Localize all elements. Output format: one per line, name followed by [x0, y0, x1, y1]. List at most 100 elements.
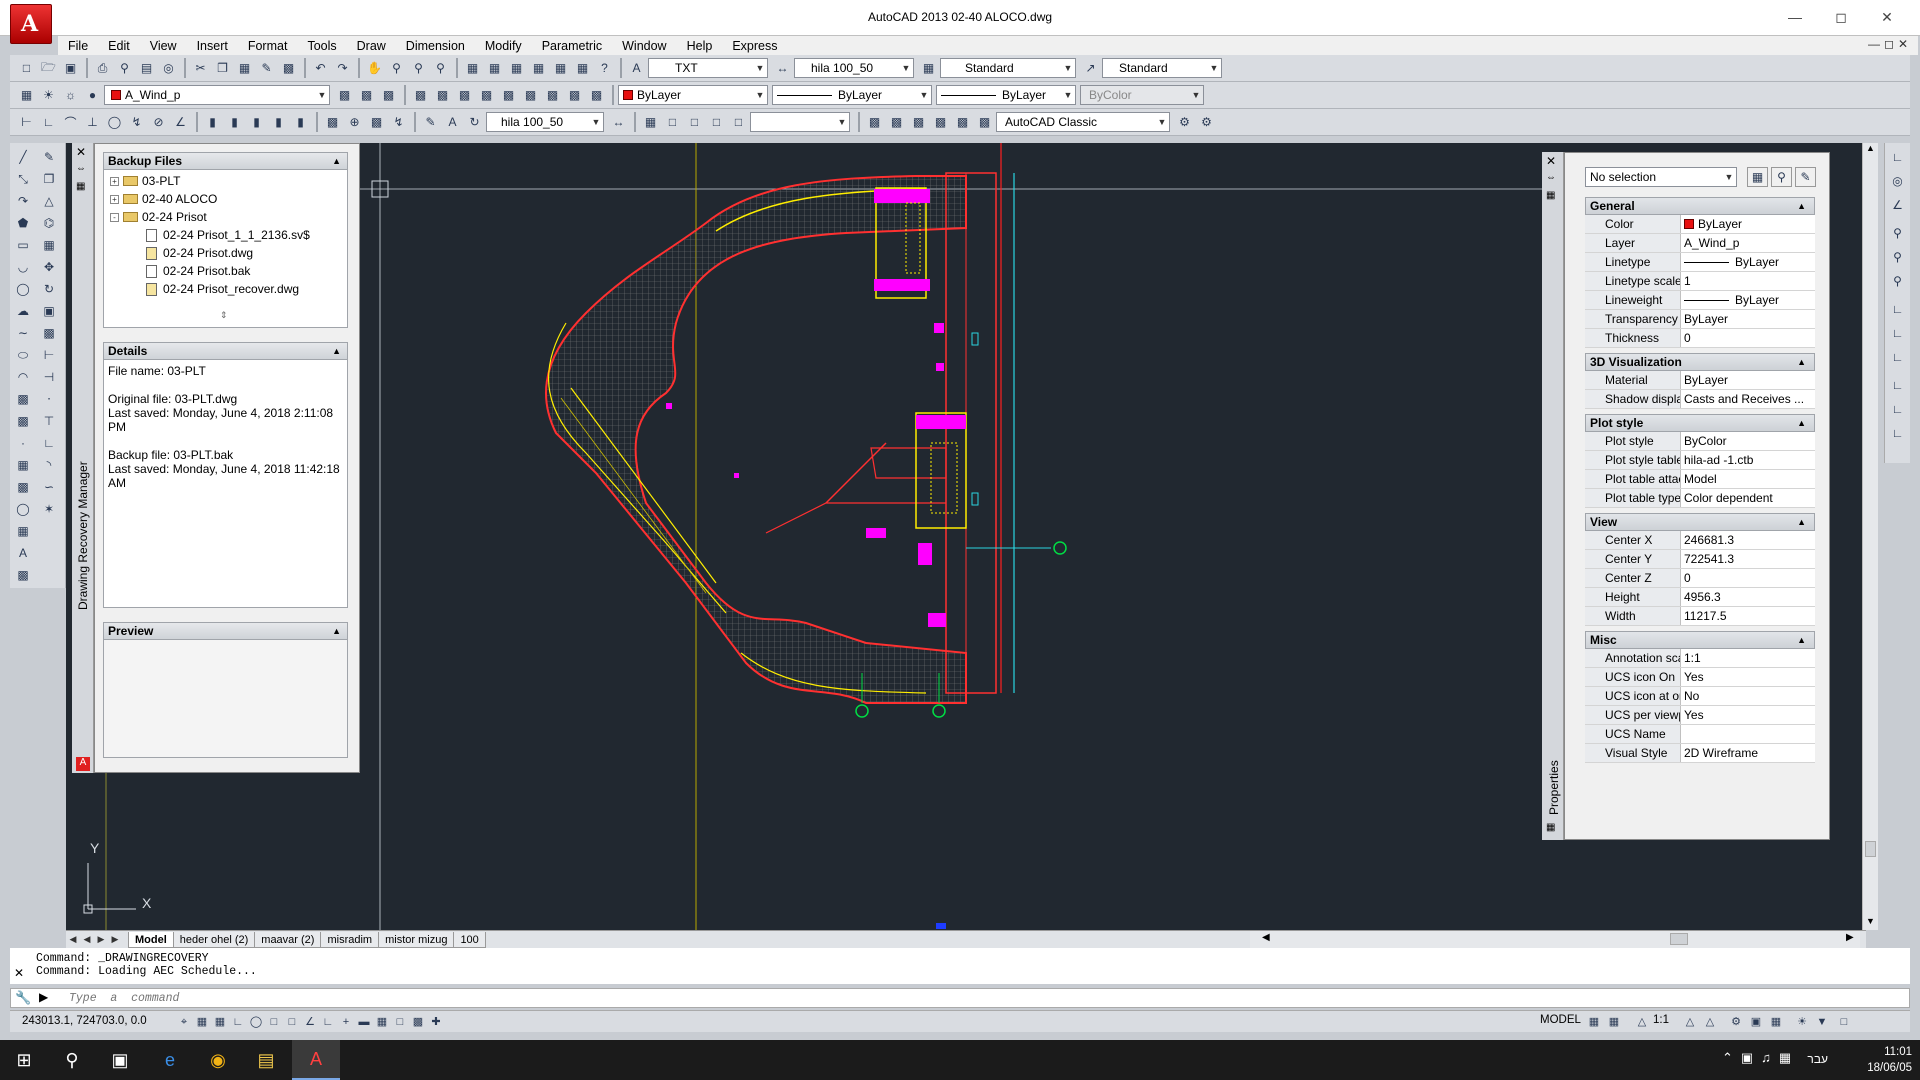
tree-item[interactable]: +03-PLT	[110, 174, 180, 188]
category-plot-style[interactable]: Plot style ▲	[1585, 414, 1815, 432]
save-icon[interactable]: ▣	[60, 58, 81, 78]
zoom-in-icon[interactable]: ⚲	[1887, 247, 1908, 267]
command-prompt-icon[interactable]: ▶	[39, 990, 48, 1004]
property-row[interactable]: Thickness 0	[1585, 329, 1815, 348]
mleader-style-icon[interactable]: ↗	[1080, 58, 1101, 78]
annotation-scale-icon[interactable]: △	[1634, 1014, 1650, 1030]
move-icon[interactable]: ✥	[38, 257, 60, 277]
color-select[interactable]: ByLayer ▼	[618, 85, 768, 105]
polyline-icon[interactable]: ↷	[12, 191, 34, 211]
ucs-icon-4[interactable]: ∟	[1887, 375, 1908, 395]
expander-icon[interactable]: +	[110, 194, 119, 204]
tree-item[interactable]: +02-40 ALOCO	[110, 192, 217, 206]
region-icon[interactable]: ◯	[12, 499, 34, 519]
property-row[interactable]: Lineweight ByLayer	[1585, 291, 1815, 310]
quick-view-drawings-icon[interactable]: ▦	[1606, 1014, 1622, 1030]
property-row[interactable]: UCS icon On Yes	[1585, 668, 1815, 687]
rectangle-icon[interactable]: ▭	[12, 235, 34, 255]
add-selected-icon[interactable]: ▩	[12, 565, 34, 585]
markup-icon[interactable]: ▦	[550, 58, 571, 78]
redo-icon[interactable]: ↷	[332, 58, 353, 78]
zoom-realtime-icon[interactable]: ⚲	[386, 58, 407, 78]
menu-insert[interactable]: Insert	[187, 39, 238, 53]
language-indicator[interactable]: עבר	[1807, 1052, 1828, 1066]
first-tab-icon[interactable]: ◀	[66, 934, 80, 945]
table-style-icon[interactable]: ▦	[918, 58, 939, 78]
workspace-icon-2[interactable]: ▩	[886, 112, 907, 132]
tree-item[interactable]: - 02-24 Prisot	[110, 210, 207, 224]
workspace-icon-4[interactable]: ▩	[930, 112, 951, 132]
text-style-select[interactable]: TXT ▼	[648, 58, 768, 78]
osnap-icon[interactable]: □	[266, 1014, 282, 1030]
dim-radius-icon[interactable]: ◎	[1887, 171, 1908, 191]
point-icon[interactable]: ·	[12, 433, 34, 453]
toolbar-lock-icon[interactable]: ▣	[1748, 1014, 1764, 1030]
category-3d-visualization[interactable]: 3D Visualization ▲	[1585, 353, 1815, 371]
sc-icon[interactable]: ▩	[410, 1014, 426, 1030]
splitter-icon[interactable]: ⇕	[220, 310, 228, 321]
tree-item[interactable]: 02-24 Prisot_recover.dwg	[146, 282, 299, 296]
property-row[interactable]: Transparency ByLayer	[1585, 310, 1815, 329]
chrome-browser-icon[interactable]: ◉	[194, 1040, 242, 1080]
expander-icon[interactable]: -	[110, 212, 119, 222]
menu-edit[interactable]: Edit	[98, 39, 140, 53]
dim-style-select[interactable]: hila 100_50 ▼	[794, 58, 914, 78]
center-mark-icon[interactable]: ⊕	[344, 112, 365, 132]
command-input[interactable]	[69, 991, 1569, 1006]
arc-icon[interactable]: ◡	[12, 257, 34, 277]
sheet-set-icon[interactable]: ▦	[528, 58, 549, 78]
workspace-switch-icon[interactable]: ⚙	[1728, 1014, 1744, 1030]
diameter-icon[interactable]: ⊘	[148, 112, 169, 132]
status-menu-icon[interactable]: ▼	[1814, 1014, 1830, 1030]
tab-100[interactable]: 100	[453, 931, 486, 948]
property-row[interactable]: Center X 246681.3	[1585, 531, 1815, 550]
infer-constraints-icon[interactable]: ⌖	[176, 1014, 192, 1030]
vertical-scrollbar[interactable]: ▲ ▼	[1862, 143, 1878, 930]
tab-misradim[interactable]: misradim	[320, 931, 380, 948]
circle-icon[interactable]: ◯	[12, 279, 34, 299]
table-icon[interactable]: ▦	[12, 521, 34, 541]
copy-object-icon[interactable]: ❐	[38, 169, 60, 189]
trim-icon[interactable]: ⊢	[38, 345, 60, 365]
cut-icon[interactable]: ✂	[190, 58, 211, 78]
gradient-icon[interactable]: ▩	[12, 477, 34, 497]
mleader-style-select[interactable]: Standard ▼	[1102, 58, 1222, 78]
grid-icon[interactable]: ▦	[212, 1014, 228, 1030]
property-row[interactable]: UCS Name	[1585, 725, 1815, 744]
undo-icon[interactable]: ↶	[310, 58, 331, 78]
lineweight-select[interactable]: ByLayer ▼	[936, 85, 1076, 105]
workspace-icon-6[interactable]: ▩	[974, 112, 995, 132]
clean-screen-icon[interactable]: □	[1836, 1014, 1852, 1030]
palette-menu-icon[interactable]: ▦	[76, 181, 85, 192]
linear-dimension-icon[interactable]: ⊢	[16, 112, 37, 132]
category-view[interactable]: View ▲	[1585, 513, 1815, 531]
quick-view-layouts-icon[interactable]: ▦	[1586, 1014, 1602, 1030]
dimension-update-icon[interactable]: ↻	[464, 112, 485, 132]
sun-icon[interactable]: ☼	[60, 85, 81, 105]
linetype-select[interactable]: ByLayer ▼	[772, 85, 932, 105]
am-icon[interactable]: ✚	[428, 1014, 444, 1030]
tool-palettes-icon[interactable]: ▦	[506, 58, 527, 78]
scroll-left-icon[interactable]: ◀	[1262, 932, 1270, 943]
construction-line-icon[interactable]: ⤡	[12, 169, 34, 189]
polygonal-viewport-icon[interactable]: □	[684, 112, 705, 132]
workspace-icon-5[interactable]: ▩	[952, 112, 973, 132]
ucs-icon-3[interactable]: ∟	[1887, 347, 1908, 367]
lwt-icon[interactable]: ▬	[356, 1014, 372, 1030]
layer-isolate-icon[interactable]: ▩	[410, 85, 431, 105]
ordinate-icon[interactable]: ⊥	[82, 112, 103, 132]
annotation-visibility-icon[interactable]: △	[1682, 1014, 1698, 1030]
ellipse-arc-icon[interactable]: ◠	[12, 367, 34, 387]
maximize-icon[interactable]: ◻	[1830, 7, 1852, 27]
quick-dimension-icon[interactable]: ▮	[202, 112, 223, 132]
next-tab-icon[interactable]: ▶	[94, 934, 108, 945]
zoom-icon[interactable]: ⚲	[1887, 223, 1908, 243]
workspace-icon-3[interactable]: ▩	[908, 112, 929, 132]
layer-properties-icon[interactable]: ▦	[16, 85, 37, 105]
selection-select[interactable]: No selection ▼	[1585, 167, 1737, 187]
property-row[interactable]: Height 4956.3	[1585, 588, 1815, 607]
design-center-icon[interactable]: ▦	[484, 58, 505, 78]
preview-icon[interactable]: ⚲	[114, 58, 135, 78]
edge-browser-icon[interactable]: e	[146, 1040, 194, 1080]
continue-icon[interactable]: ▮	[246, 112, 267, 132]
